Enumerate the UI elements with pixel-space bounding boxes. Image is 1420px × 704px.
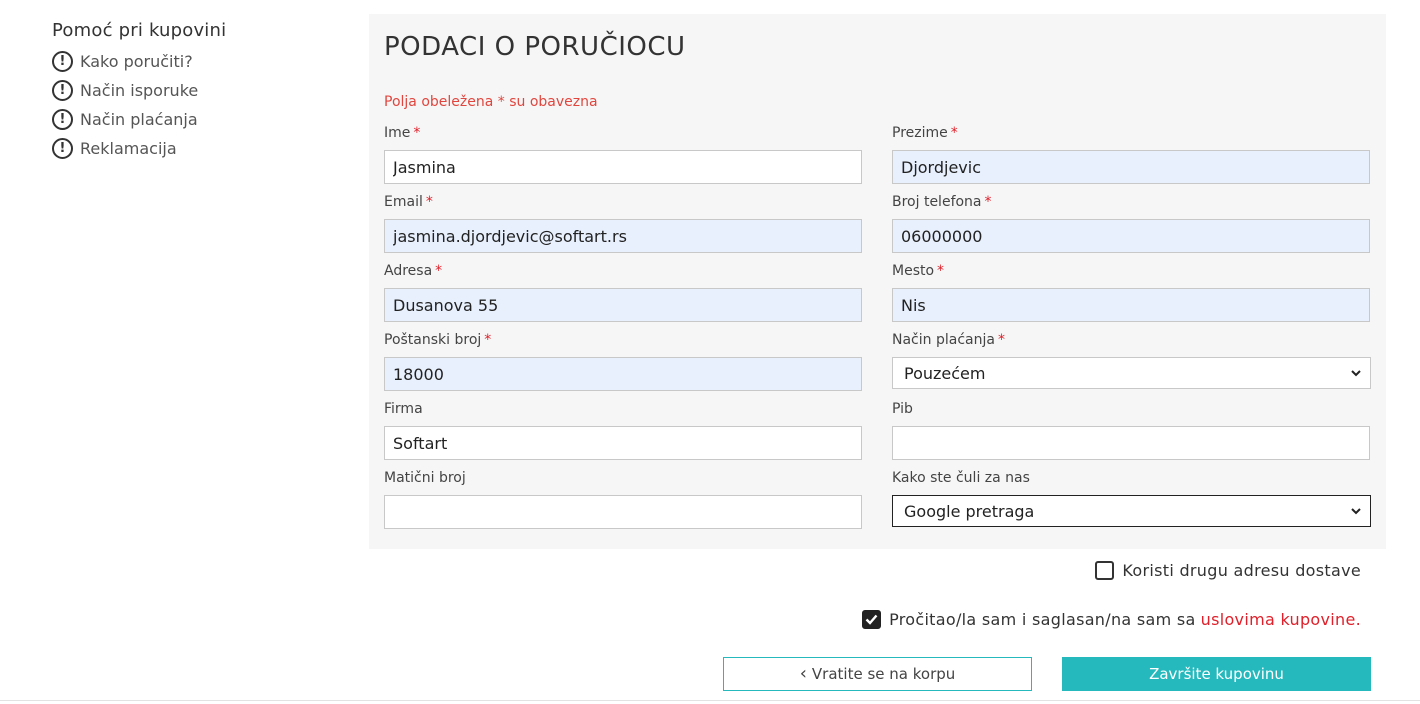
postanski-input[interactable] — [384, 357, 862, 391]
terms-option[interactable]: Pročitao/la sam i saglasan/na sam sa usl… — [862, 610, 1361, 629]
izvor-selected-value: Google pretraga — [904, 501, 1035, 521]
other-address-option[interactable]: Koristi drugu adresu dostave — [1095, 561, 1361, 580]
required-mark: * — [984, 194, 992, 210]
required-mark: * — [435, 263, 443, 279]
field-adresa: Adresa * — [384, 262, 862, 322]
field-email: Email * — [384, 193, 862, 253]
sidebar-title: Pomoć pri kupovini — [52, 20, 227, 41]
required-note: Polja obeležena * su obavezna — [384, 94, 598, 110]
placanje-select[interactable]: Pouzećem — [892, 357, 1371, 389]
help-item-label: Način isporuke — [80, 81, 199, 100]
izvor-select[interactable]: Google pretraga — [892, 495, 1371, 527]
field-prezime: Prezime * — [892, 124, 1370, 184]
field-nacin-placanja: Način plaćanja * Pouzećem — [892, 331, 1371, 389]
firma-label: Firma — [384, 401, 423, 417]
ime-input[interactable] — [384, 150, 862, 184]
form-title: PODACI O PORUČIOCU — [384, 32, 686, 62]
telefon-label: Broj telefona — [892, 194, 982, 210]
field-telefon: Broj telefona * — [892, 193, 1370, 253]
ime-label: Ime — [384, 125, 411, 141]
help-item-label: Način plaćanja — [80, 110, 198, 129]
terms-checkbox[interactable] — [862, 610, 882, 629]
required-mark: * — [997, 332, 1005, 348]
chevron-left-icon: ‹ — [799, 663, 807, 684]
placanje-label: Način plaćanja — [892, 332, 995, 348]
exclamation-circle-icon: ! — [52, 51, 73, 72]
help-item-nacin-placanja[interactable]: ! Način plaćanja — [52, 105, 332, 134]
required-mark: * — [937, 263, 945, 279]
required-mark: * — [950, 125, 958, 141]
terms-link[interactable]: uslovima kupovine. — [1201, 610, 1361, 629]
mesto-input[interactable] — [892, 288, 1370, 322]
field-kako-ste-culi: Kako ste čuli za nas Google pretraga — [892, 469, 1371, 527]
required-mark: * — [484, 332, 492, 348]
adresa-input[interactable] — [384, 288, 862, 322]
maticni-input[interactable] — [384, 495, 862, 529]
help-item-nacin-isporuke[interactable]: ! Način isporuke — [52, 76, 332, 105]
maticni-label: Matični broj — [384, 470, 466, 486]
terms-label: Pročitao/la sam i saglasan/na sam sa — [889, 610, 1196, 629]
prezime-label: Prezime — [892, 125, 948, 141]
email-label: Email — [384, 194, 423, 210]
placanje-selected-value: Pouzećem — [904, 363, 986, 383]
pib-label: Pib — [892, 401, 913, 417]
mesto-label: Mesto — [892, 263, 935, 279]
customer-form-panel: PODACI O PORUČIOCU Polja obeležena * su … — [369, 14, 1386, 549]
field-pib: Pib — [892, 400, 1370, 460]
chevron-down-icon — [1351, 508, 1361, 515]
required-mark: * — [413, 125, 421, 141]
adresa-label: Adresa — [384, 263, 433, 279]
chevron-down-icon — [1351, 370, 1361, 377]
firma-input[interactable] — [384, 426, 862, 460]
prezime-input[interactable] — [892, 150, 1370, 184]
required-mark: * — [425, 194, 433, 210]
help-item-reklamacija[interactable]: ! Reklamacija — [52, 134, 332, 163]
other-address-checkbox[interactable] — [1095, 561, 1115, 580]
field-maticni-broj: Matični broj — [384, 469, 862, 529]
help-item-kako-poruciti[interactable]: ! Kako poručiti? — [52, 47, 332, 76]
bottom-divider — [0, 700, 1420, 701]
finish-order-button[interactable]: Završite kupovinu — [1062, 657, 1371, 691]
email-input[interactable] — [384, 219, 862, 253]
exclamation-circle-icon: ! — [52, 80, 73, 101]
izvor-label: Kako ste čuli za nas — [892, 470, 1030, 486]
field-mesto: Mesto * — [892, 262, 1370, 322]
exclamation-circle-icon: ! — [52, 109, 73, 130]
back-to-cart-button[interactable]: ‹ Vratite se na korpu — [723, 657, 1032, 691]
field-ime: Ime * — [384, 124, 862, 184]
help-sidebar: Pomoć pri kupovini ! Kako poručiti? ! Na… — [52, 20, 332, 163]
help-item-label: Kako poručiti? — [80, 52, 193, 71]
pib-input[interactable] — [892, 426, 1370, 460]
other-address-label: Koristi drugu adresu dostave — [1122, 561, 1361, 580]
checkmark-icon — [865, 614, 878, 625]
postanski-label: Poštanski broj — [384, 332, 482, 348]
field-firma: Firma — [384, 400, 862, 460]
back-to-cart-label: Vratite se na korpu — [811, 665, 956, 683]
telefon-input[interactable] — [892, 219, 1370, 253]
help-item-label: Reklamacija — [80, 139, 177, 158]
field-postanski-broj: Poštanski broj * — [384, 331, 862, 391]
exclamation-circle-icon: ! — [52, 138, 73, 159]
